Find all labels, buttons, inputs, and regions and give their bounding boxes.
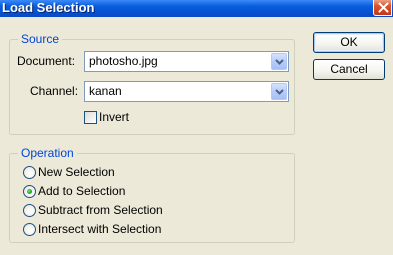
channel-value: kanan — [89, 84, 122, 98]
document-value: photosho.jpg — [89, 54, 158, 68]
new-selection-label[interactable]: New Selection — [38, 164, 115, 180]
close-button[interactable] — [373, 0, 392, 16]
source-legend: Source — [18, 32, 63, 46]
document-select[interactable]: photosho.jpg — [84, 51, 289, 72]
subtract-from-selection-radio[interactable] — [23, 204, 36, 217]
title-bar: Load Selection — [0, 0, 393, 17]
window-title: Load Selection — [2, 0, 95, 15]
radio-selected-dot — [27, 189, 32, 194]
channel-dropdown-button[interactable] — [271, 83, 287, 100]
operation-legend: Operation — [18, 146, 77, 160]
invert-checkbox[interactable] — [84, 111, 97, 124]
cancel-button[interactable]: Cancel — [313, 59, 385, 80]
subtract-from-selection-label[interactable]: Subtract from Selection — [38, 202, 163, 218]
document-dropdown-button[interactable] — [271, 53, 287, 70]
new-selection-radio[interactable] — [23, 166, 36, 179]
chevron-down-icon — [275, 59, 284, 65]
intersect-with-selection-label[interactable]: Intersect with Selection — [38, 221, 161, 237]
add-to-selection-label[interactable]: Add to Selection — [38, 183, 125, 199]
document-label: Document: — [17, 54, 76, 68]
ok-button[interactable]: OK — [313, 32, 385, 53]
channel-select[interactable]: kanan — [84, 81, 289, 102]
invert-label[interactable]: Invert — [99, 109, 129, 125]
add-to-selection-radio[interactable] — [23, 185, 36, 198]
close-icon — [378, 2, 389, 13]
intersect-with-selection-radio[interactable] — [23, 223, 36, 236]
channel-label: Channel: — [30, 84, 79, 98]
chevron-down-icon — [275, 89, 284, 95]
